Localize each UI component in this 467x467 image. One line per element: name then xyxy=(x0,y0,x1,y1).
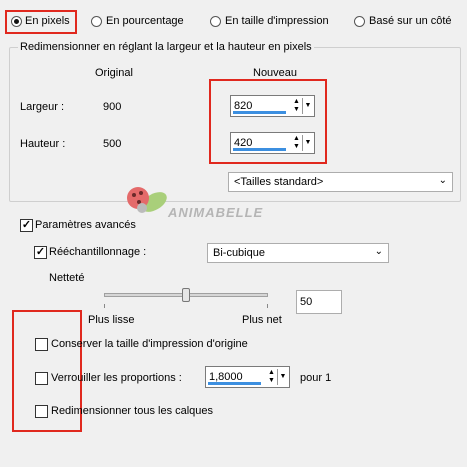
mode-print-label[interactable]: En taille d'impression xyxy=(225,15,329,27)
keep-print-size-label[interactable]: Conserver la taille d'impression d'origi… xyxy=(51,338,248,350)
mode-pixels-radio[interactable] xyxy=(11,16,22,27)
ratio-suffix: pour 1 xyxy=(300,372,332,384)
resample-label[interactable]: Rééchantillonnage : xyxy=(49,246,146,258)
mode-percent-label[interactable]: En pourcentage xyxy=(106,15,184,27)
height-label: Hauteur : xyxy=(20,138,66,150)
watermark-logo: ANIMABELLE xyxy=(120,180,262,228)
spin-up-icon[interactable]: ▲ xyxy=(266,369,277,377)
height-progress-bar xyxy=(233,148,286,151)
ratio-spinner[interactable]: ▲ ▼ xyxy=(266,369,277,385)
spin-down-icon[interactable]: ▼ xyxy=(266,377,277,385)
lock-ratio-checkbox[interactable] xyxy=(35,372,48,385)
mode-pixels-label[interactable]: En pixels xyxy=(25,15,70,27)
spin-down-icon[interactable]: ▼ xyxy=(291,106,302,114)
spin-up-icon[interactable]: ▲ xyxy=(291,135,302,143)
resize-group-title: Redimensionner en réglant la largeur et … xyxy=(18,41,314,53)
new-column-header: Nouveau xyxy=(253,67,298,79)
resize-all-layers-checkbox[interactable] xyxy=(35,405,48,418)
height-spinner[interactable]: ▲ ▼ xyxy=(291,135,302,151)
height-new-input[interactable]: 420 ▲ ▼ ▼ xyxy=(230,132,315,154)
width-spinner[interactable]: ▲ ▼ xyxy=(291,98,302,114)
advanced-settings-checkbox[interactable]: ✓ xyxy=(20,219,33,232)
slider-tick xyxy=(104,304,105,308)
width-original-value: 900 xyxy=(103,101,122,113)
chevron-down-icon[interactable]: ⌄ xyxy=(439,175,447,186)
width-progress-bar xyxy=(233,111,286,114)
sharpness-value-input[interactable]: 50 xyxy=(296,290,342,314)
resize-all-layers-label[interactable]: Redimensionner tous les calques xyxy=(51,405,213,417)
sharpness-label: Netteté xyxy=(49,272,85,284)
advanced-settings-label[interactable]: Paramètres avancés xyxy=(35,219,136,231)
sharpness-value: 50 xyxy=(300,296,313,308)
ratio-dropdown-icon[interactable]: ▼ xyxy=(277,369,288,385)
mode-side-label[interactable]: Basé sur un côté xyxy=(369,15,452,27)
sharpness-max-label: Plus net xyxy=(242,314,282,326)
chevron-down-icon[interactable]: ⌄ xyxy=(375,246,383,257)
mode-side-radio[interactable] xyxy=(354,16,365,27)
spin-up-icon[interactable]: ▲ xyxy=(291,98,302,106)
mode-percent-radio[interactable] xyxy=(91,16,102,27)
width-dropdown-icon[interactable]: ▼ xyxy=(302,98,313,114)
spin-down-icon[interactable]: ▼ xyxy=(291,143,302,151)
keep-print-size-checkbox[interactable] xyxy=(35,338,48,351)
slider-thumb[interactable] xyxy=(182,288,190,302)
ratio-progress-bar xyxy=(208,382,261,385)
sharpness-min-label: Plus lisse xyxy=(88,314,135,326)
width-label: Largeur : xyxy=(20,101,65,113)
height-dropdown-icon[interactable]: ▼ xyxy=(302,135,313,151)
slider-tick xyxy=(267,304,268,308)
width-new-input[interactable]: 820 ▲ ▼ ▼ xyxy=(230,95,315,117)
watermark-text: ANIMABELLE xyxy=(168,205,264,220)
original-column-header: Original xyxy=(95,67,133,79)
resample-checkbox[interactable]: ✓ xyxy=(34,246,47,259)
lock-ratio-label[interactable]: Verrouiller les proportions : xyxy=(51,372,182,384)
ratio-input[interactable]: 1,8000 ▲ ▼ ▼ xyxy=(205,366,290,388)
standard-sizes-select[interactable]: <Tailles standard> ⌄ xyxy=(228,172,453,192)
resample-method-select[interactable]: Bi-cubique ⌄ xyxy=(207,243,389,263)
height-original-value: 500 xyxy=(103,138,122,150)
sharpness-slider[interactable] xyxy=(104,286,268,312)
mode-print-radio[interactable] xyxy=(210,16,221,27)
resample-method-value: Bi-cubique xyxy=(213,247,265,259)
standard-sizes-value: <Tailles standard> xyxy=(234,176,324,188)
